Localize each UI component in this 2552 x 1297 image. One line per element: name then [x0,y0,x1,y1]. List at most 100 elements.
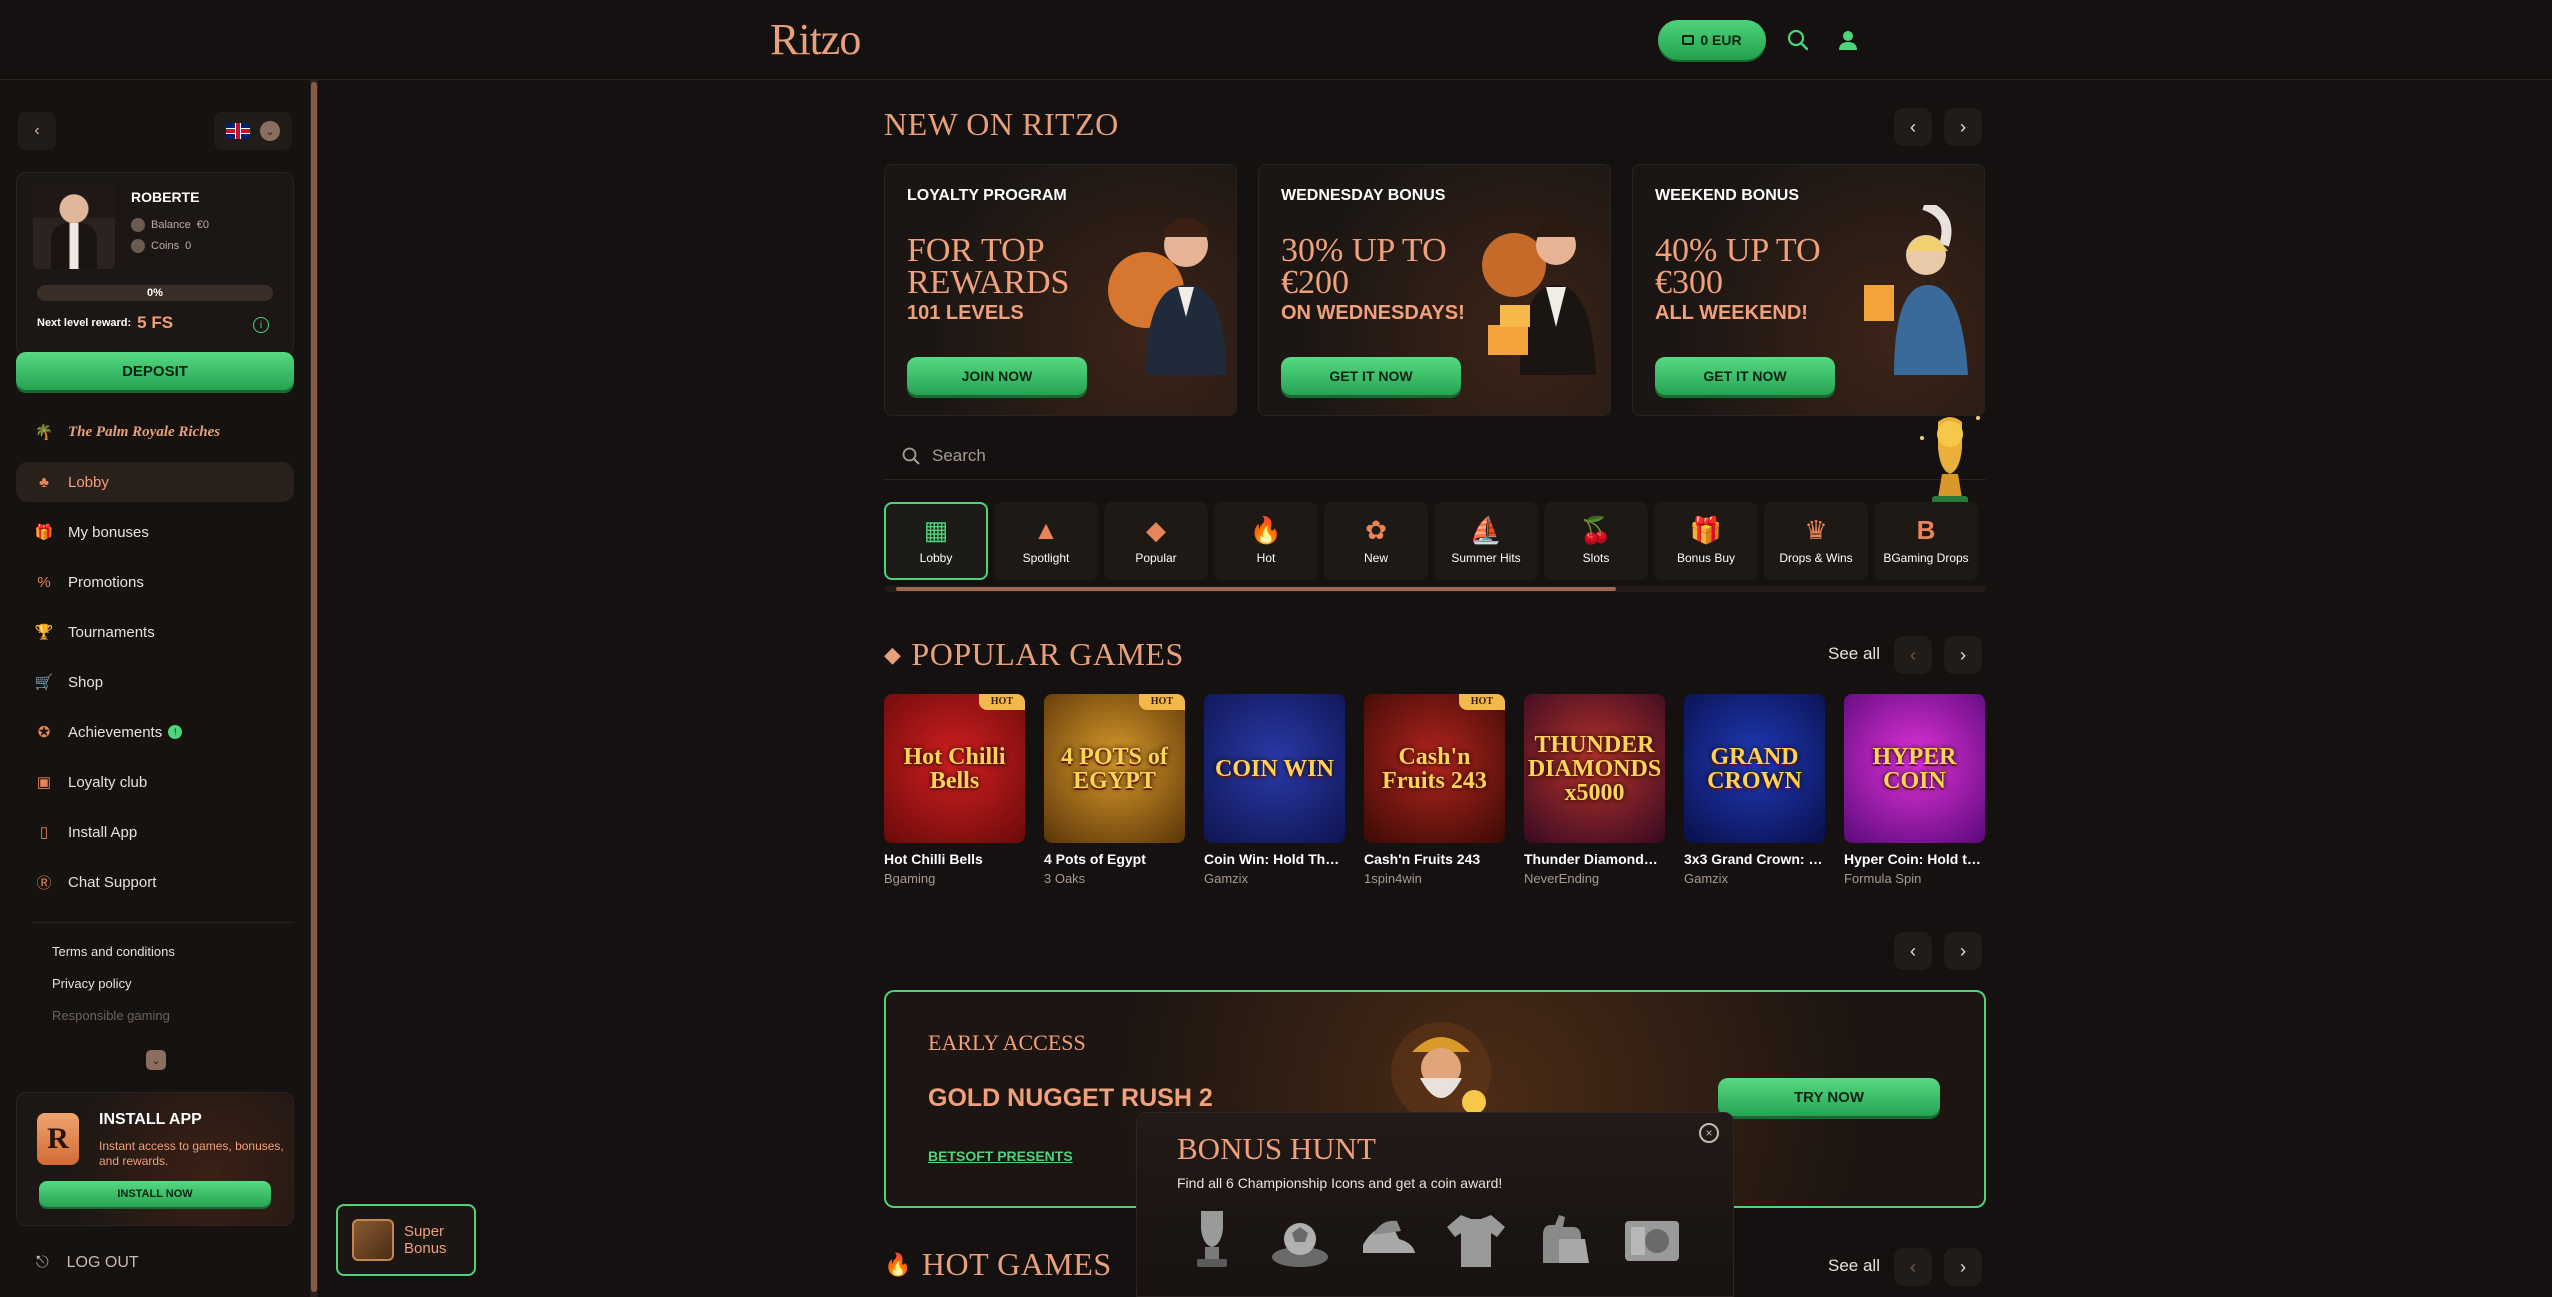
tab-summer-hits[interactable]: ⛵ Summer Hits [1434,502,1538,580]
hot-next-button[interactable]: › [1944,1248,1982,1286]
game-thumbnail[interactable]: 4 POTS of EGYPT HOT [1044,694,1185,843]
promo-card-weekend[interactable]: WEEKEND BONUS 40% UP TO €300 ALL WEEKEND… [1632,164,1985,416]
language-selector[interactable]: ⌄ [214,112,292,150]
banner-prev-button[interactable]: ‹ [1894,932,1932,970]
game-art-title: 4 POTS of EGYPT [1061,743,1168,794]
game-thumbnail[interactable]: Hot Chilli Bells HOT [884,694,1025,843]
app-logo-icon: R [37,1113,79,1165]
tab-hot[interactable]: 🔥 Hot [1214,502,1318,580]
category-scrollbar[interactable] [884,586,1986,592]
host-illustration [1108,218,1226,375]
hot-badge: HOT [1458,694,1505,710]
popular-games-title: ◆ POPULAR GAMES [884,636,1184,673]
game-thumbnail[interactable]: GRAND CROWN [1684,694,1825,843]
chevron-down-icon[interactable]: ⌄ [146,1050,166,1070]
logout-button[interactable]: ⎋ LOG OUT [36,1254,139,1272]
game-name[interactable]: Cash'n Fruits 243 [1364,851,1505,867]
tab-bonus-buy[interactable]: 🎁 Bonus Buy [1654,502,1758,580]
new-next-button[interactable]: › [1944,108,1982,146]
game-name[interactable]: 4 Pots of Egypt [1044,851,1185,867]
join-now-button[interactable]: JOIN NOW [907,357,1087,395]
try-now-button[interactable]: TRY NOW [1718,1078,1940,1116]
game-search-bar[interactable]: Search [884,432,1986,480]
popular-next-button[interactable]: › [1944,636,1982,674]
game-thumbnail[interactable]: THUNDER DIAMONDS x5000 [1524,694,1665,843]
tab-lobby[interactable]: ▦ Lobby [884,502,988,580]
balance-button[interactable]: 0 EUR [1658,20,1766,60]
tab-new[interactable]: ✿ New [1324,502,1428,580]
promo-card-wednesday[interactable]: WEDNESDAY BONUS 30% UP TO €200 ON WEDNES… [1258,164,1611,416]
user-icon[interactable] [1832,24,1864,56]
responsible-gaming-link[interactable]: Responsible gaming [52,1008,170,1023]
game-name[interactable]: 3x3 Grand Crown: Hold The Spin [1684,851,1825,867]
sidebar-item-lobby[interactable]: ♣ Lobby [16,462,294,502]
promo-card-loyalty[interactable]: LOYALTY PROGRAM FOR TOP REWARDS 101 LEVE… [884,164,1237,416]
game-name[interactable]: Coin Win: Hold The Spin [1204,851,1345,867]
game-thumbnail[interactable]: COIN WIN [1204,694,1345,843]
terms-link[interactable]: Terms and conditions [52,944,175,959]
sidebar-item-loyalty-club[interactable]: ▣ Loyalty club [16,762,294,802]
game-card[interactable]: COIN WIN Coin Win: Hold The Spin Gamzix [1204,694,1345,886]
tab-popular[interactable]: ◆ Popular [1104,502,1208,580]
close-icon[interactable]: × [1699,1123,1719,1143]
super-bonus-label: Super Bonus [404,1223,447,1257]
tab-slots[interactable]: 🍒 Slots [1544,502,1648,580]
game-art-title: HYPER COIN [1872,743,1957,794]
game-name[interactable]: Thunder Diamonds x5000 [1524,851,1665,867]
see-all-popular-link[interactable]: See all [1828,644,1880,664]
search-icon[interactable] [1782,24,1814,56]
see-all-hot-link[interactable]: See all [1828,1256,1880,1276]
get-it-now-button[interactable]: GET IT NOW [1655,357,1835,395]
jersey-icon [1447,1215,1505,1267]
game-card[interactable]: GRAND CROWN 3x3 Grand Crown: Hold The Spi… [1684,694,1825,886]
game-name[interactable]: Hyper Coin: Hold to Win [1844,851,1985,867]
tab-label: Spotlight [1022,551,1070,565]
promo-headline: FOR TOP REWARDS [907,232,1070,301]
dealer-illustration [1482,221,1596,375]
banner-next-button[interactable]: › [1944,932,1982,970]
club-icon: ♣ [39,473,49,491]
sidebar-item-my-bonuses[interactable]: 🎁 My bonuses [16,512,294,552]
game-card[interactable]: 4 POTS of EGYPT HOT 4 Pots of Egypt 3 Oaks [1044,694,1185,886]
ritzo-logo[interactable]: Ritzo [770,14,861,65]
divider [32,922,294,923]
sidebar-scrollbar[interactable] [310,80,318,1297]
balance-amount: €0 [196,219,210,231]
trophy-icon: 🏆 [34,624,54,641]
betsoft-link[interactable]: BETSOFT PRESENTS [928,1148,1073,1164]
tab-bgaming-drops[interactable]: B BGaming Drops [1874,502,1978,580]
popular-prev-button[interactable]: ‹ [1894,636,1932,674]
hot-prev-button[interactable]: ‹ [1894,1248,1932,1286]
install-now-button[interactable]: INSTALL NOW [39,1181,271,1207]
game-thumbnail[interactable]: HYPER COIN [1844,694,1985,843]
sidebar-item-promotions[interactable]: % Promotions [16,562,294,602]
avatar[interactable] [33,183,115,269]
privacy-link[interactable]: Privacy policy [52,976,131,991]
game-card[interactable]: HYPER COIN Hyper Coin: Hold to Win Formula… [1844,694,1985,886]
sidebar-item-install-app[interactable]: ▯ Install App [16,812,294,852]
world-cup-trophy-icon[interactable] [1908,408,1992,512]
super-bonus-button[interactable]: Super Bonus [336,1204,476,1276]
bgaming-icon: B [1916,515,1936,545]
deposit-button[interactable]: DEPOSIT [16,352,294,390]
get-it-now-button[interactable]: GET IT NOW [1281,357,1461,395]
new-prev-button[interactable]: ‹ [1894,108,1932,146]
search-input[interactable]: Search [932,446,986,466]
collapse-sidebar-button[interactable]: ‹ [18,112,56,150]
tab-drops-wins[interactable]: ♛ Drops & Wins [1764,502,1868,580]
sidebar-item-tournaments[interactable]: 🏆 Tournaments [16,612,294,652]
sidebar-item-palm-royale[interactable]: 🌴 The Palm Royale Riches [16,412,294,452]
cart-icon: 🛒 [34,674,54,691]
game-provider: NeverEnding [1524,871,1600,886]
game-card[interactable]: Hot Chilli Bells HOT Hot Chilli Bells Bgami… [884,694,1025,886]
game-card[interactable]: Cash'n Fruits 243 HOT Cash'n Fruits 243 1sp… [1364,694,1505,886]
sidebar-item-achievements[interactable]: ✪ Achievements ! [16,712,294,752]
info-icon[interactable]: i [253,317,269,333]
game-card[interactable]: THUNDER DIAMONDS x5000 Thunder Diamonds x… [1524,694,1665,886]
sidebar-item-shop[interactable]: 🛒 Shop [16,662,294,702]
game-thumbnail[interactable]: Cash'n Fruits 243 HOT [1364,694,1505,843]
sidebar-item-chat-support[interactable]: Ⓡ Chat Support [16,862,294,902]
tab-spotlight[interactable]: ▲ Spotlight [994,502,1098,580]
game-name[interactable]: Hot Chilli Bells [884,851,1025,867]
boots-icon [1363,1220,1415,1253]
